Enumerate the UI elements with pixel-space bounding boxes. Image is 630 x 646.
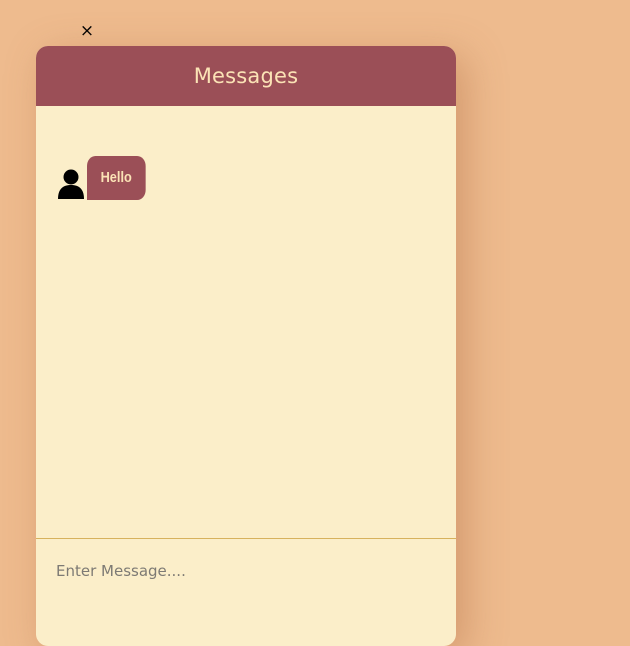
message-bubble: Hello <box>87 156 146 200</box>
close-button[interactable]: × <box>79 21 95 41</box>
chat-header: Messages <box>36 46 456 106</box>
chat-title: Messages <box>193 64 299 88</box>
user-icon <box>58 168 86 200</box>
chat-panel: Messages Hello <box>36 46 456 646</box>
message-input[interactable] <box>54 557 438 585</box>
message-list: Hello <box>36 106 456 538</box>
message-item: Hello <box>58 156 156 200</box>
